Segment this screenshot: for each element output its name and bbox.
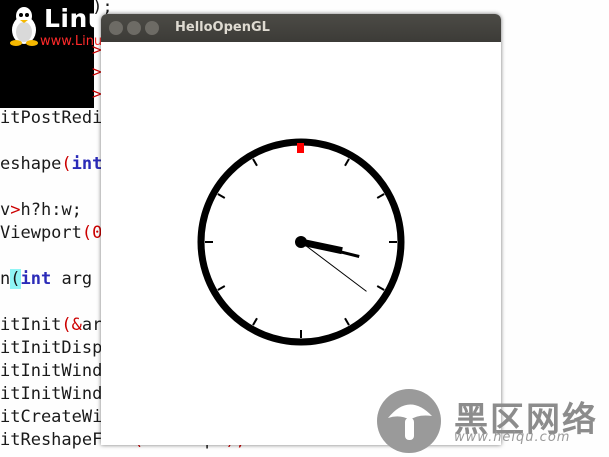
tux-penguin-icon (10, 7, 38, 46)
clock-tick (217, 193, 226, 199)
code-line: Viewport(0 (0, 222, 102, 244)
clock-ticks (205, 158, 397, 338)
code-token: v (0, 200, 11, 220)
clock-center-hub (295, 236, 307, 248)
code-token: Viewport (0, 223, 82, 243)
code-token: itInitWind (0, 361, 103, 381)
linux-logo-panel: Linux www.Linuxidc.com (0, 0, 161, 108)
clock-tick (252, 317, 258, 326)
window-close-button[interactable] (109, 21, 123, 35)
clock-tick (252, 158, 258, 167)
window-titlebar[interactable]: HelloOpenGL (101, 14, 501, 42)
code-line: itInitWind (0, 383, 102, 405)
window-minimize-button[interactable] (127, 21, 141, 35)
clock-tick (376, 193, 385, 199)
code-token: int (20, 269, 52, 289)
code-token: h?h:w; (20, 200, 82, 220)
code-line: itInit(&ar (0, 314, 102, 336)
code-line: eshape(int (0, 153, 102, 175)
window-maximize-button[interactable] (145, 21, 159, 35)
clock-tick (344, 317, 350, 326)
code-token: > (10, 200, 21, 220)
clock-tick (217, 285, 226, 291)
code-token: ( (61, 154, 72, 174)
clock-tick (376, 285, 385, 291)
code-token: itInitDisp (0, 338, 103, 358)
code-token: int (71, 154, 103, 174)
window-title: HelloOpenGL (175, 20, 270, 35)
watermark-url-text: www.heiqu.com (454, 430, 571, 445)
minute-hand (300, 240, 360, 258)
code-token: itInitWind (0, 384, 103, 404)
code-line: itInitWind (0, 360, 102, 382)
code-token: eshape (0, 154, 62, 174)
code-token: itInit (0, 315, 62, 335)
code-token: (0 (81, 223, 103, 243)
code-line: v>h?h:w; (0, 199, 82, 221)
code-token: arg (51, 269, 93, 289)
clock-tick (344, 158, 350, 167)
code-line: itCreateWi (0, 406, 102, 428)
code-line: n(int arg (0, 268, 92, 290)
code-line: itPostRedi (0, 107, 102, 129)
mushroom-logo-icon (377, 389, 441, 453)
heiqu-watermark: 黑区网络 www.heiqu.com (372, 384, 609, 457)
code-token: ( (10, 269, 21, 289)
code-token: n (0, 269, 11, 289)
code-token: ar (81, 315, 103, 335)
code-token: itPostRedi (0, 108, 103, 128)
twelve-oclock-marker (297, 143, 304, 153)
code-line: itInitDisp (0, 337, 102, 359)
code-token: (& (61, 315, 82, 335)
opengl-window[interactable]: HelloOpenGL (101, 14, 501, 445)
code-token: itCreateWi (0, 407, 103, 427)
